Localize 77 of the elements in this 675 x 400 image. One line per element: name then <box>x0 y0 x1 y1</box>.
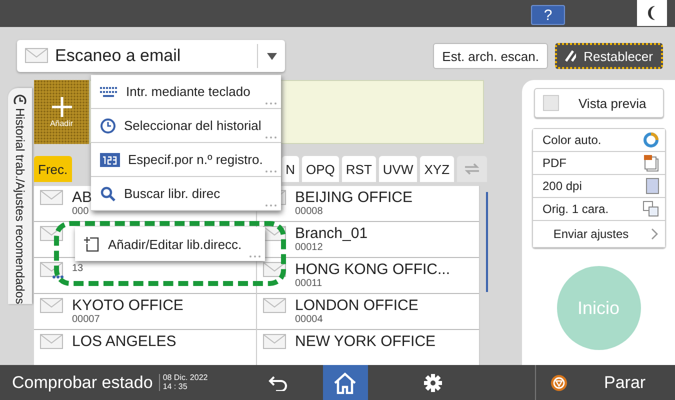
destination-number: 13 <box>72 264 84 274</box>
destination-name: LOS ANGELES <box>72 334 176 349</box>
envelope-icon <box>263 298 287 314</box>
caret-icon <box>266 52 276 60</box>
energy-saver-button[interactable] <box>637 0 667 26</box>
back-arrow-icon <box>268 374 288 390</box>
home-button[interactable] <box>322 365 368 400</box>
envelope-icon <box>40 190 64 206</box>
menu-item[interactable]: Especif.por n.º registro. <box>91 143 281 177</box>
envelope-icon <box>40 334 64 350</box>
keyboard-icon <box>100 86 118 96</box>
index-tab[interactable]: Frec. <box>34 156 72 182</box>
setting-item[interactable]: 200 dpi <box>532 175 664 198</box>
scan-file-settings-button[interactable]: Est. arch. escan. <box>433 43 548 69</box>
setting-item[interactable]: Orig. 1 cara. <box>532 198 664 221</box>
menu-item[interactable]: Añadir/Editar lib.direcc. <box>75 227 265 261</box>
date-text: 08 Dic. 2022 <box>162 374 209 382</box>
add-page-icon <box>84 236 100 252</box>
stop-button[interactable]: Parar <box>535 365 675 400</box>
setting-item[interactable]: Color auto. <box>532 129 664 152</box>
page-sides-icon <box>642 201 658 217</box>
time-text: 14 : 35 <box>162 382 188 392</box>
setting-item[interactable]: PDF <box>532 152 664 175</box>
more-dots-icon <box>265 204 277 207</box>
side-tab-label: Historial trab./Ajustes recomendados <box>13 108 27 304</box>
index-tab[interactable]: OPQ <box>302 156 339 182</box>
index-tab[interactable]: UVW <box>378 156 418 182</box>
more-dots-icon <box>265 170 277 173</box>
destination-name: KYOTO OFFICE <box>72 298 184 313</box>
menu-item[interactable]: Buscar libr. direc <box>91 177 281 211</box>
reset-slashes-icon <box>565 50 576 62</box>
document-stack-icon <box>642 154 658 172</box>
clock-icon <box>13 94 27 104</box>
dot-grid-icon <box>646 178 658 194</box>
function-label: Escaneo a email <box>54 46 182 66</box>
destination-name: BEIJING OFFICE <box>295 190 413 205</box>
destination-number: 00012 <box>295 243 324 253</box>
envelope-icon <box>25 48 49 64</box>
envelope-icon <box>263 334 287 350</box>
more-dots-icon <box>265 102 277 105</box>
destination-name: NEW YORK OFFICE <box>295 334 436 349</box>
number-badge-icon <box>100 152 120 166</box>
check-status-button[interactable]: Comprobar estado <box>0 365 159 400</box>
plus-icon <box>52 96 72 116</box>
destination-number: 00007 <box>72 315 101 325</box>
index-tab[interactable]: XYZ <box>420 156 454 182</box>
destination-name: HONG KONG OFFIC... <box>295 262 450 277</box>
more-dots-icon <box>265 136 277 139</box>
envelope-icon <box>40 298 64 314</box>
clock-icon <box>100 118 116 134</box>
side-tab[interactable]: Historial trab./Ajustes recomendados <box>8 88 32 304</box>
destination-name: Branch_01 <box>295 226 368 241</box>
destination-number: 000 <box>72 207 90 217</box>
menu-item[interactable]: Intr. mediante teclado <box>91 75 281 109</box>
reset-button[interactable]: Restablecer <box>555 43 663 69</box>
send-settings-button[interactable]: Enviar ajustes <box>532 221 664 247</box>
settings-icon <box>424 374 442 392</box>
color-swirl-icon <box>642 132 658 148</box>
search-icon <box>100 186 116 202</box>
home-icon <box>333 372 358 394</box>
index-tab[interactable]: N <box>282 156 300 182</box>
moon-icon <box>647 5 657 21</box>
swap-arrows-icon <box>462 162 481 176</box>
preview-toggle[interactable]: Vista previa <box>534 88 664 118</box>
menu-item[interactable]: Seleccionar del historial <box>91 109 281 143</box>
destination-name: LONDON OFFICE <box>295 298 418 313</box>
function-selector[interactable]: Escaneo a email <box>17 40 285 72</box>
index-tab[interactable]: RST <box>342 156 376 182</box>
destination-number: 00011 <box>295 279 324 289</box>
stop-icon <box>550 374 568 392</box>
destination-name: AB <box>72 190 92 205</box>
chevron-right-icon <box>650 228 658 240</box>
help-button[interactable]: ? <box>531 5 565 25</box>
destination-number: 00004 <box>295 315 324 325</box>
destination-number: 00008 <box>295 207 324 217</box>
checkbox[interactable] <box>542 95 558 111</box>
more-dots-icon <box>249 255 261 258</box>
